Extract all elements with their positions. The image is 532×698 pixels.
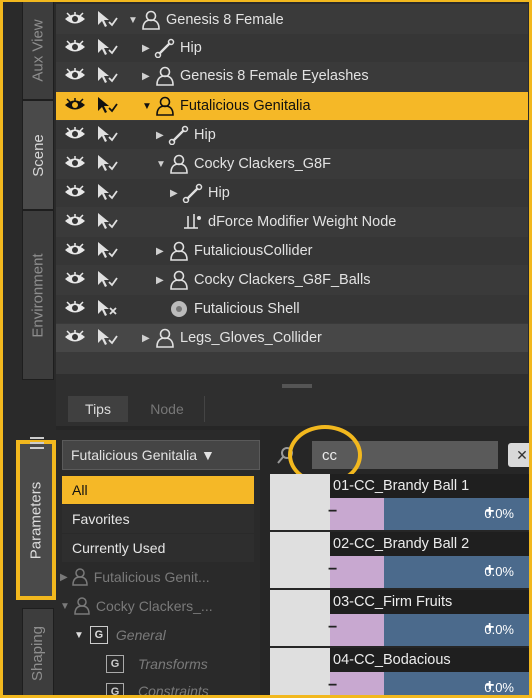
highlight-frame [0,0,532,698]
